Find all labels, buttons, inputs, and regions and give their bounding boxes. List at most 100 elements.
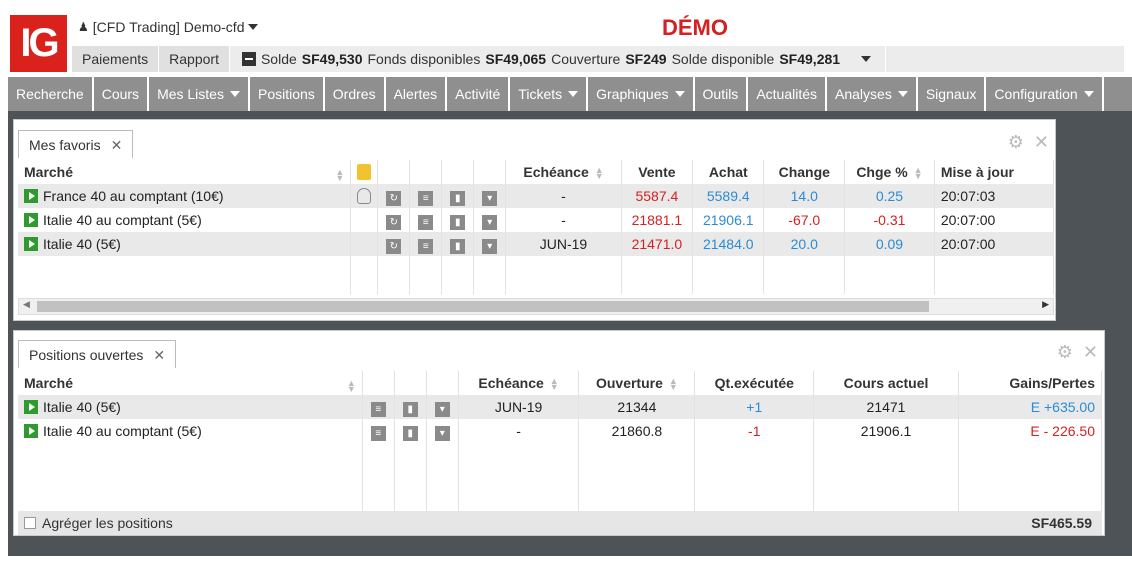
col-achat[interactable]: Achat	[692, 160, 765, 184]
update-time: 20:07:00	[934, 208, 1055, 232]
nav-graphiques[interactable]: Graphiques	[588, 77, 695, 111]
panel-tools: ⚙ ✕	[1057, 342, 1098, 363]
echeance: -	[505, 184, 622, 208]
vente-price[interactable]: 21881.1	[621, 208, 694, 232]
dropdown-icon[interactable]: ▾	[482, 191, 498, 206]
table-row[interactable]: Italie 40 au comptant (5€) ≡ ▮ ▾ -21860.8 -1 2…	[18, 419, 1103, 443]
nav-signaux[interactable]: Signaux	[918, 77, 987, 111]
market-name[interactable]: Italie 40 (5€)	[18, 232, 352, 256]
change: 14.0	[763, 184, 846, 208]
close-icon[interactable]: ✕	[153, 347, 165, 363]
user-icon: ♟	[78, 20, 89, 34]
panel-tools: ⚙ ✕	[1008, 132, 1049, 153]
col-vente[interactable]: Vente	[621, 160, 694, 184]
close-icon[interactable]: ✕	[1034, 132, 1049, 153]
nav-recherche[interactable]: Recherche	[8, 77, 94, 111]
gear-icon[interactable]: ⚙	[1057, 342, 1073, 363]
col-ouverture[interactable]: Ouverture ▲ ▼	[578, 371, 696, 395]
col-qt[interactable]: Qt.exécutée	[694, 371, 815, 395]
tab-rapport[interactable]: Rapport	[159, 46, 230, 72]
chart-icon[interactable]: ▮	[450, 239, 466, 254]
vente-price[interactable]: 5587.4	[621, 184, 694, 208]
nav-outils[interactable]: Outils	[695, 77, 749, 111]
dropdown-icon[interactable]: ▾	[434, 426, 450, 441]
nav-ordres[interactable]: Ordres	[325, 77, 386, 111]
dispo-value: SF49,281	[779, 51, 841, 67]
tab-paiements[interactable]: Paiements	[72, 46, 160, 72]
table-row[interactable]: France 40 au comptant (10€) ↻ ≡ ▮ ▾ -5587.4 55…	[18, 184, 1055, 208]
horizontal-scrollbar[interactable]: ◀ ▶	[18, 298, 1054, 315]
nav-positions[interactable]: Positions	[250, 77, 325, 111]
play-icon[interactable]	[24, 213, 38, 227]
info-icon[interactable]: ≡	[418, 239, 434, 254]
chevron-down-icon	[248, 24, 259, 30]
col-cours[interactable]: Cours actuel	[813, 371, 959, 395]
couverture-label: Couverture	[551, 51, 621, 67]
refresh-icon[interactable]: ↻	[386, 215, 402, 230]
info-icon[interactable]: ≡	[370, 426, 386, 441]
account-name: [CFD Trading] Demo-cfd	[92, 19, 245, 35]
chart-icon[interactable]: ▮	[450, 215, 466, 230]
close-icon[interactable]: ✕	[1083, 342, 1098, 363]
positions-panel: Positions ouvertes ✕ ⚙ ✕ Marché ▲ ▼ Echéance…	[13, 330, 1105, 536]
nav-cours[interactable]: Cours	[94, 77, 150, 111]
info-icon[interactable]: ≡	[370, 402, 386, 417]
play-icon[interactable]	[24, 237, 38, 251]
nav-tickets[interactable]: Tickets	[510, 77, 589, 111]
close-icon[interactable]: ✕	[111, 137, 123, 153]
play-icon[interactable]	[24, 189, 38, 203]
tab-positions-ouvertes[interactable]: Positions ouvertes ✕	[18, 340, 177, 368]
col-gains[interactable]: Gains/Pertes	[958, 371, 1103, 395]
col-echeance[interactable]: Echéance ▲ ▼	[458, 371, 580, 395]
fonds-value: SF49,065	[485, 51, 547, 67]
table-row[interactable]: Italie 40 (5€) ≡ ▮ ▾ JUN-19 21344 +1 21471 E +63…	[18, 395, 1103, 419]
chevron-down-icon	[1083, 91, 1094, 97]
nav-configuration[interactable]: Configuration	[986, 77, 1104, 111]
table-row[interactable]: Italie 40 (5€) ↻ ≡ ▮ ▾ JUN-19 21471.0 21484.0 20…	[18, 232, 1055, 256]
table-row[interactable]: Italie 40 au comptant (5€) ↻ ≡ ▮ ▾ -21881.1 21…	[18, 208, 1055, 232]
nav-activit-[interactable]: Activité	[447, 77, 511, 111]
total-pnl: SF465.59	[1031, 515, 1092, 531]
aggregate-toggle[interactable]: Agréger les positions	[24, 515, 173, 531]
gear-icon[interactable]: ⚙	[1008, 132, 1024, 153]
solde-label: Solde	[260, 51, 297, 67]
collapse-icon[interactable]	[241, 52, 256, 66]
chart-icon[interactable]: ▮	[450, 191, 466, 206]
col-marche[interactable]: Marché ▲ ▼	[18, 160, 352, 184]
nav-alertes[interactable]: Alertes	[386, 77, 448, 111]
change: -67.0	[763, 208, 846, 232]
update-time: 20:07:03	[934, 184, 1055, 208]
info-icon[interactable]: ≡	[418, 191, 434, 206]
play-icon[interactable]	[24, 400, 38, 414]
col-echeance[interactable]: Echéance ▲ ▼	[505, 160, 622, 184]
balance-dropdown-icon[interactable]	[861, 56, 872, 62]
market-name[interactable]: France 40 au comptant (10€)	[18, 184, 352, 208]
col-chge[interactable]: Chge % ▲ ▼	[844, 160, 935, 184]
dropdown-icon[interactable]: ▾	[434, 402, 450, 417]
col-maj[interactable]: Mise à jour	[934, 160, 1055, 184]
account-selector[interactable]: ♟ [CFD Trading] Demo-cfd	[78, 19, 259, 35]
market-name[interactable]: Italie 40 au comptant (5€)	[18, 208, 352, 232]
refresh-icon[interactable]: ↻	[386, 239, 402, 254]
col-marche[interactable]: Marché ▲ ▼	[18, 371, 363, 395]
chart-icon[interactable]: ▮	[402, 402, 418, 417]
market-name[interactable]: Italie 40 (5€)	[18, 395, 363, 419]
tab-mes-favoris[interactable]: Mes favoris ✕	[18, 130, 134, 158]
dropdown-icon[interactable]: ▾	[482, 239, 498, 254]
nav-analyses[interactable]: Analyses	[827, 77, 918, 111]
achat-price[interactable]: 21906.1	[692, 208, 765, 232]
play-icon[interactable]	[24, 424, 38, 438]
market-name[interactable]: Italie 40 au comptant (5€)	[18, 419, 363, 443]
dropdown-icon[interactable]: ▾	[482, 215, 498, 230]
vente-price[interactable]: 21471.0	[621, 232, 694, 256]
achat-price[interactable]: 21484.0	[692, 232, 765, 256]
echeance: JUN-19	[505, 232, 622, 256]
info-icon[interactable]: ≡	[418, 215, 434, 230]
chart-icon[interactable]: ▮	[402, 426, 418, 441]
col-change[interactable]: Change	[763, 160, 846, 184]
aggregate-checkbox[interactable]	[24, 517, 36, 529]
nav-actualit-s[interactable]: Actualités	[748, 77, 828, 111]
nav-mes-listes[interactable]: Mes Listes	[149, 77, 250, 111]
achat-price[interactable]: 5589.4	[692, 184, 765, 208]
refresh-icon[interactable]: ↻	[386, 191, 402, 206]
